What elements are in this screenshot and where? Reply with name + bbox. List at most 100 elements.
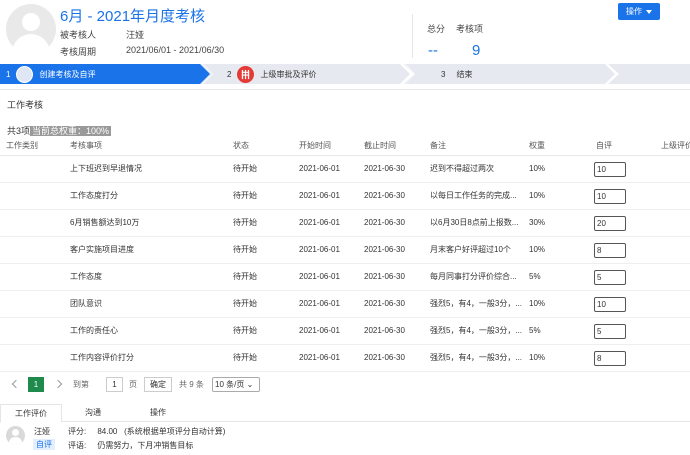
self-score-input[interactable]: 8 — [594, 243, 626, 258]
cell-status: 待开始 — [233, 272, 257, 281]
remark-value: 仍需努力，下月冲销售目标 — [97, 441, 194, 450]
cell-start: 2021-06-01 — [299, 164, 340, 173]
step-create[interactable]: 1 创建考核及自评 — [0, 64, 210, 84]
table-row: 工作的责任心 待开始 2021-06-01 2021-06-30 强烈5，有4，一般3分… — [0, 318, 690, 345]
col-end: 截止时间 — [364, 141, 396, 150]
cell-status: 待开始 — [233, 218, 257, 227]
cell-item: 客户实施项目进度 — [70, 245, 134, 254]
assessee-value: 汪娅 — [126, 30, 145, 40]
cell-status: 待开始 — [233, 245, 257, 254]
cell-item: 团队意识 — [70, 299, 102, 308]
score-note: (系统根据单项评分自动计算) — [124, 427, 226, 436]
action-button[interactable]: 操作 — [618, 3, 660, 20]
self-score-input[interactable]: 10 — [594, 297, 626, 312]
step-approval[interactable]: 2 上级审批及评价 — [203, 64, 410, 84]
table-row: 工作内容评价打分 待开始 2021-06-01 2021-06-30 强烈5，有4，一般… — [0, 345, 690, 372]
cell-status: 待开始 — [233, 326, 257, 335]
step-label: 创建考核及自评 — [39, 69, 96, 79]
cell-weight: 10% — [529, 353, 546, 362]
total-score-label: 总分 — [427, 24, 446, 34]
action-button-label: 操作 — [626, 7, 642, 16]
cell-weight: 5% — [529, 272, 541, 281]
table-row: 6月销售额达到10万 待开始 2021-06-01 2021-06-30 以6月30日8… — [0, 210, 690, 237]
goto-page-input[interactable]: 1 — [106, 377, 123, 392]
col-category: 工作类别 — [6, 141, 38, 150]
total-weight-badge: 当前总权重：100% — [30, 126, 112, 136]
self-score-input[interactable]: 10 — [594, 189, 626, 204]
goto-label: 到第 — [73, 380, 89, 389]
cell-status: 待开始 — [233, 353, 257, 362]
cell-note: 以每日工作任务的完成... — [430, 191, 517, 200]
step-finish[interactable]: 3 结束 — [405, 64, 615, 84]
page-size-value: 10 条/页 — [215, 380, 245, 389]
step-number: 2 — [227, 69, 232, 79]
self-score-input[interactable]: 5 — [594, 324, 626, 339]
cell-item: 工作内容评价打分 — [70, 353, 134, 362]
cell-note: 迟到不得超过两次 — [430, 164, 494, 173]
table-row: 团队意识 待开始 2021-06-01 2021-06-30 强烈5，有4，一般3分，.… — [0, 291, 690, 318]
cell-item: 6月销售额达到10万 — [70, 218, 140, 227]
col-status: 状态 — [233, 141, 249, 150]
item-count: 共3项 — [7, 126, 31, 136]
user-step-icon — [16, 65, 34, 83]
cell-note: 强烈5，有4，一般3分，... — [430, 326, 522, 335]
cell-start: 2021-06-01 — [299, 272, 340, 281]
cell-start: 2021-06-01 — [299, 218, 340, 227]
cell-end: 2021-06-30 — [364, 164, 405, 173]
total-count: 共 9 条 — [179, 380, 204, 389]
col-note: 备注 — [430, 141, 446, 150]
step-number: 1 — [6, 69, 11, 79]
tab-communication[interactable]: 沟通 — [62, 404, 124, 422]
cell-weight: 10% — [529, 299, 546, 308]
self-score-input[interactable]: 20 — [594, 216, 626, 231]
page-unit-label: 页 — [129, 380, 137, 389]
col-item: 考核事项 — [70, 141, 102, 150]
progress-steps: 3 结束 2 上级审批及评价 1 创建考核及自评 — [0, 64, 690, 84]
table-row: 上下班迟到早退情况 待开始 2021-06-01 2021-06-30 迟到不得超过两次… — [0, 156, 690, 183]
header-divider — [412, 14, 413, 58]
item-count-label: 考核项 — [456, 24, 484, 34]
assessment-header: 6月 - 2021年月度考核 被考核人 汪娅 考核周期 2021/06/01 -… — [0, 0, 690, 62]
cell-item: 工作的责任心 — [70, 326, 118, 335]
remark-line: 评语: 仍需努力，下月冲销售目标 — [68, 440, 193, 451]
page-title: 6月 - 2021年月度考核 — [60, 8, 206, 25]
cell-start: 2021-06-01 — [299, 326, 340, 335]
table-row: 工作态度打分 待开始 2021-06-01 2021-06-30 以每日工作任务的完成.… — [0, 183, 690, 210]
cell-note: 强烈5，有4，一般3分，... — [430, 299, 522, 308]
step-number: 3 — [441, 69, 446, 79]
tab-operations[interactable]: 操作 — [127, 404, 189, 422]
self-score-input[interactable]: 10 — [594, 162, 626, 177]
self-score-input[interactable]: 5 — [594, 270, 626, 285]
cell-status: 待开始 — [233, 191, 257, 200]
remark-label: 评语: — [68, 441, 87, 450]
caret-down-icon — [646, 9, 652, 14]
page-current[interactable]: 1 — [28, 377, 44, 392]
cell-weight: 30% — [529, 218, 546, 227]
cell-status: 待开始 — [233, 164, 257, 173]
cell-end: 2021-06-30 — [364, 353, 405, 362]
cell-note: 每月同事打分评价综合... — [430, 272, 517, 281]
bottom-tabs: 工作评价 沟通 操作 — [0, 404, 690, 423]
step-label: 上级审批及评价 — [260, 69, 317, 79]
goto-confirm-button[interactable]: 确定 — [144, 377, 172, 392]
item-count-value: 9 — [472, 42, 481, 59]
tab-work-evaluation[interactable]: 工作评价 — [0, 404, 62, 423]
cell-item: 工作态度打分 — [70, 191, 118, 200]
page-size-select[interactable]: 10 条/页 ⌄ — [212, 377, 260, 392]
cell-weight: 10% — [529, 164, 546, 173]
user-avatar — [6, 4, 56, 54]
chevron-right-icon[interactable] — [53, 379, 63, 389]
self-score-input[interactable]: 8 — [594, 351, 626, 366]
col-self-eval: 自评 — [596, 141, 612, 150]
cell-weight: 10% — [529, 245, 546, 254]
cell-end: 2021-06-30 — [364, 191, 405, 200]
cell-end: 2021-06-30 — [364, 272, 405, 281]
score-line: 评分: 84.00 (系统根据单项评分自动计算) — [68, 426, 225, 437]
table-row: 工作态度 待开始 2021-06-01 2021-06-30 每月同事打分评价综合...… — [0, 264, 690, 291]
cell-weight: 5% — [529, 326, 541, 335]
chevron-down-icon: ⌄ — [246, 380, 254, 389]
commenter-avatar — [6, 426, 25, 445]
pagination: 1 到第 1 页 确定 共 9 条 10 条/页 ⌄ — [0, 374, 690, 396]
chevron-left-icon[interactable] — [11, 379, 21, 389]
cell-start: 2021-06-01 — [299, 299, 340, 308]
